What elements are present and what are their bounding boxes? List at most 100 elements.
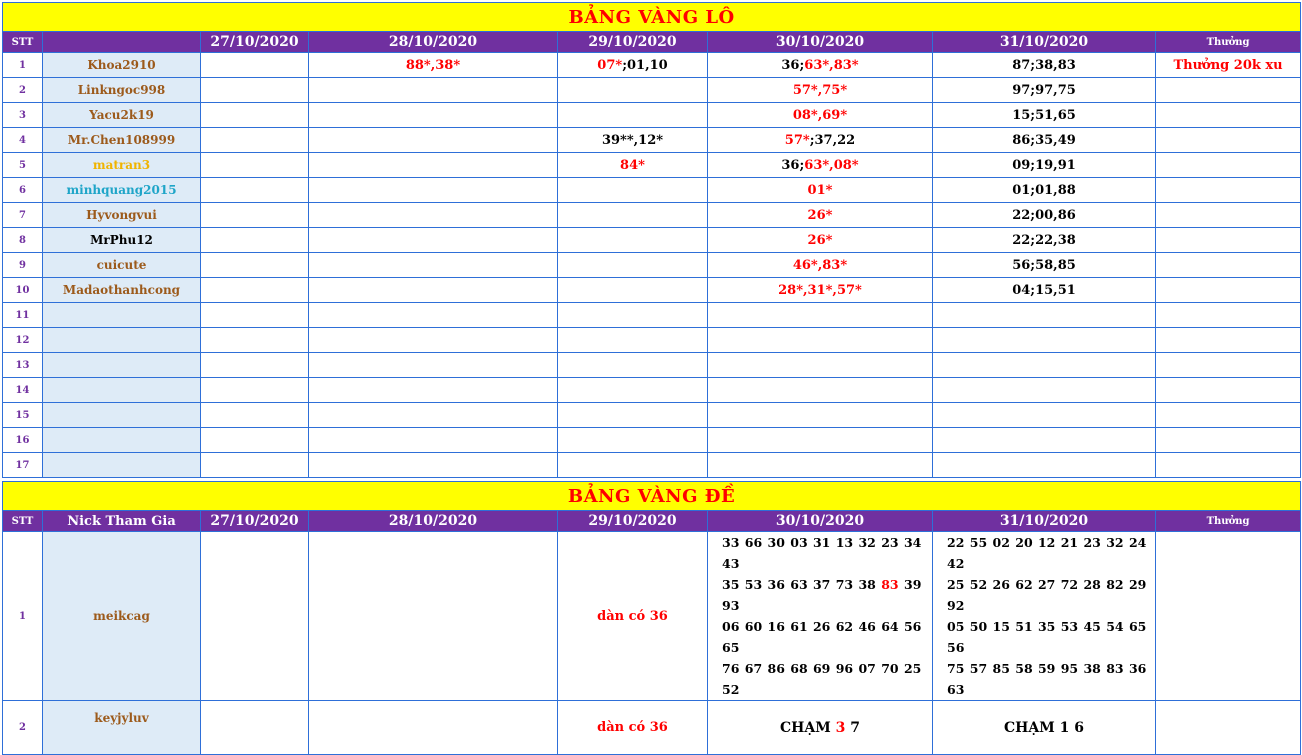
prediction-cell-1 bbox=[200, 452, 309, 478]
number-segment: 76 67 86 68 69 96 07 70 25 52 bbox=[722, 661, 922, 697]
prediction-cell-3: 07*;01,10 bbox=[557, 52, 708, 78]
prediction-cell-4: CHẠM 3 7 bbox=[707, 700, 933, 755]
number-segment: 33 66 30 03 31 13 32 23 34 43 bbox=[722, 535, 922, 571]
reward-cell bbox=[1154, 302, 1302, 328]
reward-cell bbox=[1154, 102, 1302, 128]
prediction-cell-3 bbox=[557, 327, 708, 353]
nick-name: cuicute bbox=[42, 252, 201, 278]
nick-name: Yacu2k19 bbox=[42, 102, 201, 128]
number-segment: 22 55 02 20 12 21 23 32 24 42 bbox=[947, 535, 1147, 571]
prediction-cell-4: 57*;37,22 bbox=[707, 127, 933, 153]
prediction-cell-3 bbox=[557, 352, 708, 378]
lo-row: 17 bbox=[2, 452, 1302, 478]
de-header-date-2: 28/10/2020 bbox=[308, 510, 558, 532]
prediction-cell-4: 36;63*,83* bbox=[707, 52, 933, 78]
prediction-segment: 09;19,91 bbox=[1012, 157, 1076, 173]
lo-row: 9 cuicute 46*,83* 56;58,85 bbox=[2, 252, 1302, 278]
prediction-cell-5 bbox=[932, 402, 1156, 428]
lo-row: 8 MrPhu12 26* 22;22,38 bbox=[2, 227, 1302, 253]
prediction-cell-2 bbox=[308, 177, 558, 203]
number-list: 22 55 02 20 12 21 23 32 24 42 25 52 26 62… bbox=[934, 533, 1155, 700]
prediction-cell-3 bbox=[557, 452, 708, 478]
prediction-cell-2 bbox=[308, 77, 558, 103]
prediction-cell-2 bbox=[308, 327, 558, 353]
nick-name: MrPhu12 bbox=[42, 227, 201, 253]
prediction-segment: 26* bbox=[807, 232, 833, 248]
prediction-cell-2 bbox=[308, 102, 558, 128]
reward-cell bbox=[1154, 402, 1302, 428]
reward-cell bbox=[1154, 202, 1302, 228]
lo-row: 2 Linkngoc998 57*,75* 97;97,75 bbox=[2, 77, 1302, 103]
number-line: 25 52 26 62 27 72 28 82 29 92 bbox=[947, 574, 1155, 616]
lo-header-nick bbox=[42, 31, 201, 53]
prediction-cell-1 bbox=[200, 531, 309, 701]
nick-name bbox=[42, 377, 201, 403]
prediction-cell-4: 57*,75* bbox=[707, 77, 933, 103]
reward-cell bbox=[1154, 77, 1302, 103]
nick-name: Hyvongvui bbox=[42, 202, 201, 228]
prediction-cell-3 bbox=[557, 227, 708, 253]
prediction-cell-2 bbox=[308, 700, 558, 755]
prediction-segment: 28*,31*,57* bbox=[778, 282, 862, 298]
cham-segment: CHẠM 1 6 bbox=[1004, 719, 1084, 736]
prediction-cell-1 bbox=[200, 102, 309, 128]
prediction-segment: 46*,83* bbox=[792, 257, 848, 273]
lo-table: BẢNG VÀNG LÔ STT 27/10/2020 28/10/2020 2… bbox=[1, 2, 1302, 478]
reward-cell: Thưởng 20k xu bbox=[1154, 52, 1302, 78]
prediction-cell-2 bbox=[308, 127, 558, 153]
prediction-cell-3 bbox=[557, 277, 708, 303]
lo-title: BẢNG VÀNG LÔ bbox=[1, 2, 1302, 32]
prediction-segment: 22;22,38 bbox=[1012, 232, 1076, 248]
prediction-cell-5 bbox=[932, 352, 1156, 378]
lo-header-reward: Thưởng bbox=[1154, 31, 1302, 53]
row-number: 1 bbox=[2, 52, 43, 78]
prediction-cell-1 bbox=[200, 127, 309, 153]
prediction-cell-5 bbox=[932, 327, 1156, 353]
number-segment: 06 60 16 61 26 62 46 64 56 65 bbox=[722, 619, 922, 655]
lo-row: 15 bbox=[2, 402, 1302, 428]
row-number: 6 bbox=[2, 177, 43, 203]
prediction-cell-1 bbox=[200, 402, 309, 428]
prediction-cell-5: 97;97,75 bbox=[932, 77, 1156, 103]
de-header-nick: Nick Tham Gia bbox=[42, 510, 201, 532]
lo-row: 6 minhquang2015 01* 01;01,88 bbox=[2, 177, 1302, 203]
row-number: 13 bbox=[2, 352, 43, 378]
prediction-segment: 63*,83* bbox=[804, 57, 859, 73]
number-segment: 05 50 15 51 35 53 45 54 65 56 bbox=[947, 619, 1147, 655]
prediction-cell-2 bbox=[308, 302, 558, 328]
number-line: 06 60 16 61 26 62 46 64 56 65 bbox=[722, 616, 932, 658]
de-header-date-1: 27/10/2020 bbox=[200, 510, 309, 532]
row-number: 5 bbox=[2, 152, 43, 178]
prediction-cell-2 bbox=[308, 227, 558, 253]
row-number: 11 bbox=[2, 302, 43, 328]
prediction-cell-3 bbox=[557, 202, 708, 228]
prediction-cell-1 bbox=[200, 152, 309, 178]
prediction-cell-4 bbox=[707, 302, 933, 328]
prediction-cell-2: 88*,38* bbox=[308, 52, 558, 78]
prediction-cell-3 bbox=[557, 177, 708, 203]
nick-name bbox=[42, 327, 201, 353]
prediction-segment: 39**,12* bbox=[601, 132, 664, 148]
prediction-cell-3: 39**,12* bbox=[557, 127, 708, 153]
number-line: 22 55 02 20 12 21 23 32 24 42 bbox=[947, 533, 1155, 575]
reward-cell bbox=[1154, 700, 1302, 755]
nick-name: meikcag bbox=[42, 531, 201, 701]
reward-cell bbox=[1154, 177, 1302, 203]
prediction-cell-4: 28*,31*,57* bbox=[707, 277, 933, 303]
prediction-segment: 97;97,75 bbox=[1012, 82, 1076, 98]
prediction-cell-5: 01;01,88 bbox=[932, 177, 1156, 203]
de-header-stt: STT bbox=[2, 510, 43, 532]
prediction-cell-4: 46*,83* bbox=[707, 252, 933, 278]
lo-row: 7 Hyvongvui 26* 22;00,86 bbox=[2, 202, 1302, 228]
reward-cell bbox=[1154, 227, 1302, 253]
prediction-segment: 87;38,83 bbox=[1012, 57, 1076, 73]
page: BẢNG VÀNG LÔ STT 27/10/2020 28/10/2020 2… bbox=[1, 2, 1302, 755]
prediction-segment: 86;35,49 bbox=[1012, 132, 1076, 148]
prediction-cell-3: dàn có 36 bbox=[557, 531, 708, 701]
row-number: 12 bbox=[2, 327, 43, 353]
nick-name bbox=[42, 427, 201, 453]
lo-row: 14 bbox=[2, 377, 1302, 403]
number-segment: 35 53 36 63 37 73 38 bbox=[722, 577, 882, 592]
reward-cell bbox=[1154, 127, 1302, 153]
prediction-cell-3 bbox=[557, 427, 708, 453]
